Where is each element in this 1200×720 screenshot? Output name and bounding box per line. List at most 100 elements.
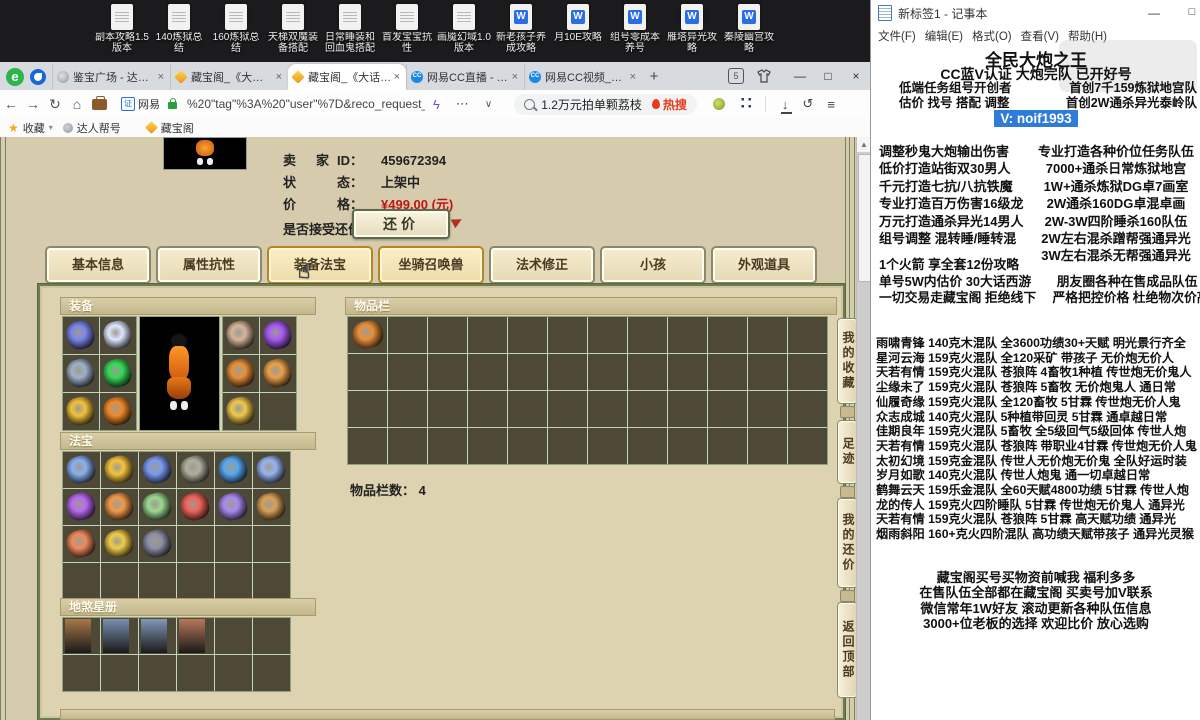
reading-list-badge[interactable]: 5 bbox=[728, 68, 744, 84]
tab-close-icon[interactable]: × bbox=[510, 71, 520, 83]
desktop-icon[interactable]: 画魇幻域1.0版本 bbox=[437, 2, 491, 62]
favorites-label[interactable]: 收藏 bbox=[23, 120, 45, 136]
character-preview-thumb[interactable] bbox=[163, 137, 247, 170]
notepad-titlebar[interactable]: 新标签1 - 记事本 — □ bbox=[871, 0, 1200, 26]
notepad-maximize-button[interactable]: □ bbox=[1177, 0, 1200, 26]
character-model-box[interactable] bbox=[139, 316, 220, 431]
theme-shirt-icon[interactable] bbox=[756, 69, 772, 83]
side-button-我的收藏[interactable]: 我的收藏 bbox=[837, 318, 858, 404]
detail-tab-属性抗性[interactable]: 属性抗性 bbox=[156, 246, 262, 284]
item-slot[interactable] bbox=[63, 655, 100, 691]
item-slot[interactable] bbox=[628, 428, 667, 464]
item-slot[interactable] bbox=[748, 391, 787, 427]
side-button-返回顶部[interactable]: 返回顶部 bbox=[837, 602, 858, 698]
item-slot[interactable] bbox=[139, 655, 176, 691]
desktop-icon[interactable]: 首发宝宝抗性 bbox=[380, 2, 434, 62]
item-slot[interactable] bbox=[468, 391, 507, 427]
bookmark-item[interactable]: 达人帮号 bbox=[62, 120, 121, 136]
item-slot[interactable] bbox=[428, 391, 467, 427]
item-slot[interactable] bbox=[177, 526, 214, 562]
desktop-icon[interactable]: W 新老孩子养成攻略 bbox=[494, 2, 548, 62]
favorites-caret-icon[interactable]: ▾ bbox=[49, 123, 53, 132]
notepad-menu-编辑(E)[interactable]: 编辑(E) bbox=[925, 28, 963, 44]
desktop-icon[interactable]: 140炼狱总结 bbox=[152, 2, 206, 62]
item-slot[interactable] bbox=[468, 428, 507, 464]
item-slot[interactable] bbox=[139, 489, 176, 525]
item-slot[interactable] bbox=[177, 489, 214, 525]
item-slot[interactable] bbox=[139, 618, 176, 654]
notepad-minimize-button[interactable]: — bbox=[1139, 0, 1169, 26]
tab-close-icon[interactable]: × bbox=[392, 71, 402, 83]
item-slot[interactable] bbox=[668, 317, 707, 353]
scroll-thumb[interactable] bbox=[858, 154, 870, 282]
item-slot[interactable] bbox=[388, 317, 427, 353]
item-slot[interactable] bbox=[63, 563, 100, 599]
item-slot[interactable] bbox=[508, 391, 547, 427]
item-slot[interactable] bbox=[215, 489, 252, 525]
item-slot[interactable] bbox=[508, 354, 547, 390]
item-slot[interactable] bbox=[260, 317, 296, 354]
search-hot-text[interactable]: 1.2万元拍单颗荔枝 bbox=[541, 96, 642, 113]
browser-tab[interactable]: 网易CC视频_游戏× bbox=[524, 64, 642, 90]
item-slot[interactable] bbox=[388, 354, 427, 390]
item-slot[interactable] bbox=[708, 354, 747, 390]
detail-tab-坐骑召唤兽[interactable]: 坐骑召唤兽 bbox=[378, 246, 484, 284]
maximize-button[interactable]: □ bbox=[814, 62, 842, 90]
item-slot[interactable] bbox=[139, 526, 176, 562]
item-slot[interactable] bbox=[588, 354, 627, 390]
favorites-star-icon[interactable]: ★ bbox=[8, 121, 19, 135]
item-slot[interactable] bbox=[63, 393, 99, 430]
item-slot[interactable] bbox=[588, 317, 627, 353]
item-slot[interactable] bbox=[223, 317, 259, 354]
refresh-icon[interactable]: ↻ bbox=[44, 96, 66, 113]
notepad-menu-查看(V)[interactable]: 查看(V) bbox=[1021, 28, 1059, 44]
new-tab-button[interactable]: + bbox=[642, 65, 666, 89]
item-slot[interactable] bbox=[348, 428, 387, 464]
item-slot[interactable] bbox=[708, 428, 747, 464]
forward-icon[interactable]: → bbox=[22, 96, 44, 112]
item-slot[interactable] bbox=[748, 317, 787, 353]
item-slot[interactable] bbox=[748, 354, 787, 390]
item-slot[interactable] bbox=[260, 355, 296, 392]
desktop-icon[interactable]: W 组号零成本养号 bbox=[608, 2, 662, 62]
detail-tab-小孩[interactable]: 小孩 bbox=[600, 246, 706, 284]
dropdown-chevron-icon[interactable]: ∨ bbox=[485, 99, 492, 110]
desktop-icon[interactable]: 副本攻略1.5版本 bbox=[95, 2, 149, 62]
item-slot[interactable] bbox=[215, 526, 252, 562]
desktop-icon[interactable]: W 秦陵幽宫攻略 bbox=[722, 2, 776, 62]
item-slot[interactable] bbox=[253, 526, 290, 562]
desktop-icon[interactable]: W 月10E攻略 bbox=[551, 2, 605, 62]
item-slot[interactable] bbox=[588, 391, 627, 427]
tab-close-icon[interactable]: × bbox=[156, 71, 166, 83]
bookmark-item[interactable]: 藏宝阁 bbox=[144, 120, 194, 136]
item-slot[interactable] bbox=[101, 526, 138, 562]
item-slot[interactable] bbox=[548, 391, 587, 427]
item-slot[interactable] bbox=[215, 452, 252, 488]
item-slot[interactable] bbox=[260, 393, 296, 430]
item-slot[interactable] bbox=[588, 428, 627, 464]
desktop-icon[interactable]: W 雁塔异光攻略 bbox=[665, 2, 719, 62]
plugin-dot-icon[interactable] bbox=[712, 98, 725, 110]
item-slot[interactable] bbox=[63, 355, 99, 392]
desktop-icon[interactable]: 日常睡装和回血鬼搭配 bbox=[323, 2, 377, 62]
apps-grid-icon[interactable] bbox=[738, 98, 751, 110]
item-slot[interactable] bbox=[100, 393, 136, 430]
item-slot[interactable] bbox=[388, 428, 427, 464]
detail-tab-基本信息[interactable]: 基本信息 bbox=[45, 246, 151, 284]
more-dots-icon[interactable]: ⋯ bbox=[456, 96, 469, 112]
hot-search-label[interactable]: 热搜 bbox=[663, 96, 687, 113]
item-slot[interactable] bbox=[253, 489, 290, 525]
item-slot[interactable] bbox=[63, 489, 100, 525]
item-slot[interactable] bbox=[63, 526, 100, 562]
item-slot[interactable] bbox=[139, 563, 176, 599]
item-slot[interactable] bbox=[215, 618, 252, 654]
item-slot[interactable] bbox=[348, 317, 387, 353]
browser-tab[interactable]: 藏宝阁_《大话西游× bbox=[288, 64, 406, 90]
item-slot[interactable] bbox=[708, 317, 747, 353]
item-slot[interactable] bbox=[177, 655, 214, 691]
wechat-id-selected-text[interactable]: V: noif1993 bbox=[994, 110, 1078, 127]
item-slot[interactable] bbox=[100, 355, 136, 392]
item-slot[interactable] bbox=[177, 563, 214, 599]
speed-bolt-icon[interactable]: ϟ bbox=[433, 97, 440, 112]
browser-tab[interactable]: 鉴宝广场 - 达人帮 × bbox=[52, 64, 170, 90]
